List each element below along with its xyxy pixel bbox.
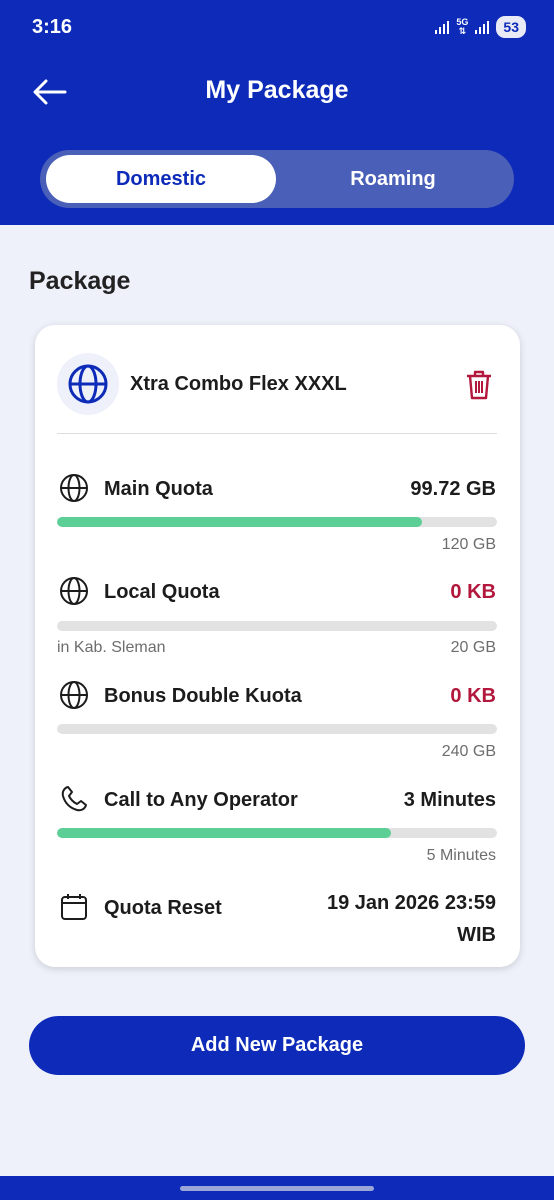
globe-icon bbox=[60, 577, 88, 605]
quota-reset-date: 19 Jan 2026 23:59 bbox=[326, 892, 496, 914]
section-title: Package bbox=[29, 267, 131, 295]
quota-note-local: in Kab. Sleman bbox=[57, 639, 166, 656]
package-logo bbox=[57, 353, 119, 415]
divider bbox=[57, 433, 497, 434]
network-5g-icon: 5G ⇅ bbox=[456, 18, 468, 36]
quota-reset-timezone: WIB bbox=[457, 924, 496, 946]
quota-progress-local bbox=[57, 621, 497, 631]
package-card: Xtra Combo Flex XXXL Main Quota 99.72 GB… bbox=[35, 325, 520, 967]
quota-value-local: 0 KB bbox=[450, 581, 496, 603]
quota-label-bonus: Bonus Double Kuota bbox=[104, 685, 302, 707]
quota-total-bonus: 240 GB bbox=[441, 743, 496, 760]
quota-total-call: 5 Minutes bbox=[426, 847, 496, 864]
quota-total-main: 120 GB bbox=[441, 536, 496, 553]
quota-value-bonus: 0 KB bbox=[450, 685, 496, 707]
battery-indicator: 53 bbox=[496, 16, 526, 38]
system-navigation-bar bbox=[0, 1176, 554, 1200]
data-arrows-icon: ⇅ bbox=[458, 26, 467, 36]
home-gesture-handle[interactable] bbox=[180, 1186, 374, 1191]
app-header: 3:16 5G ⇅ 53 My Package Domestic Roaming bbox=[0, 0, 554, 225]
quota-progress-call bbox=[57, 828, 497, 838]
status-icons: 5G ⇅ 53 bbox=[434, 16, 526, 38]
package-type-tabs: Domestic Roaming bbox=[40, 150, 514, 208]
signal-icon bbox=[475, 21, 490, 34]
trash-icon[interactable] bbox=[465, 369, 493, 401]
calendar-icon bbox=[61, 894, 87, 920]
quota-reset-value: 19 Jan 2026 23:59 WIB bbox=[276, 887, 496, 951]
globe-icon bbox=[60, 474, 88, 502]
quota-reset-label: Quota Reset bbox=[104, 897, 222, 919]
tab-roaming[interactable]: Roaming bbox=[278, 155, 508, 203]
quota-label-local: Local Quota bbox=[104, 581, 220, 603]
status-bar: 3:16 5G ⇅ 53 bbox=[0, 14, 554, 44]
quota-total-local: 20 GB bbox=[450, 639, 496, 656]
quota-value-main: 99.72 GB bbox=[410, 478, 496, 500]
quota-label-call: Call to Any Operator bbox=[104, 789, 298, 811]
status-time: 3:16 bbox=[32, 16, 73, 38]
page-title: My Package bbox=[205, 76, 349, 104]
add-new-package-button[interactable]: Add New Package bbox=[29, 1016, 525, 1075]
package-name: Xtra Combo Flex XXXL bbox=[130, 373, 347, 395]
quota-label-main: Main Quota bbox=[104, 478, 213, 500]
quota-progress-bonus bbox=[57, 724, 497, 734]
signal-icon bbox=[435, 21, 450, 34]
progress-fill bbox=[57, 828, 392, 838]
globe-icon bbox=[68, 364, 108, 404]
phone-icon bbox=[61, 786, 87, 812]
globe-icon bbox=[60, 681, 88, 709]
quota-progress-main bbox=[57, 517, 497, 527]
quota-value-call: 3 Minutes bbox=[403, 789, 496, 811]
progress-fill bbox=[57, 517, 423, 527]
tab-domestic[interactable]: Domestic bbox=[46, 155, 276, 203]
